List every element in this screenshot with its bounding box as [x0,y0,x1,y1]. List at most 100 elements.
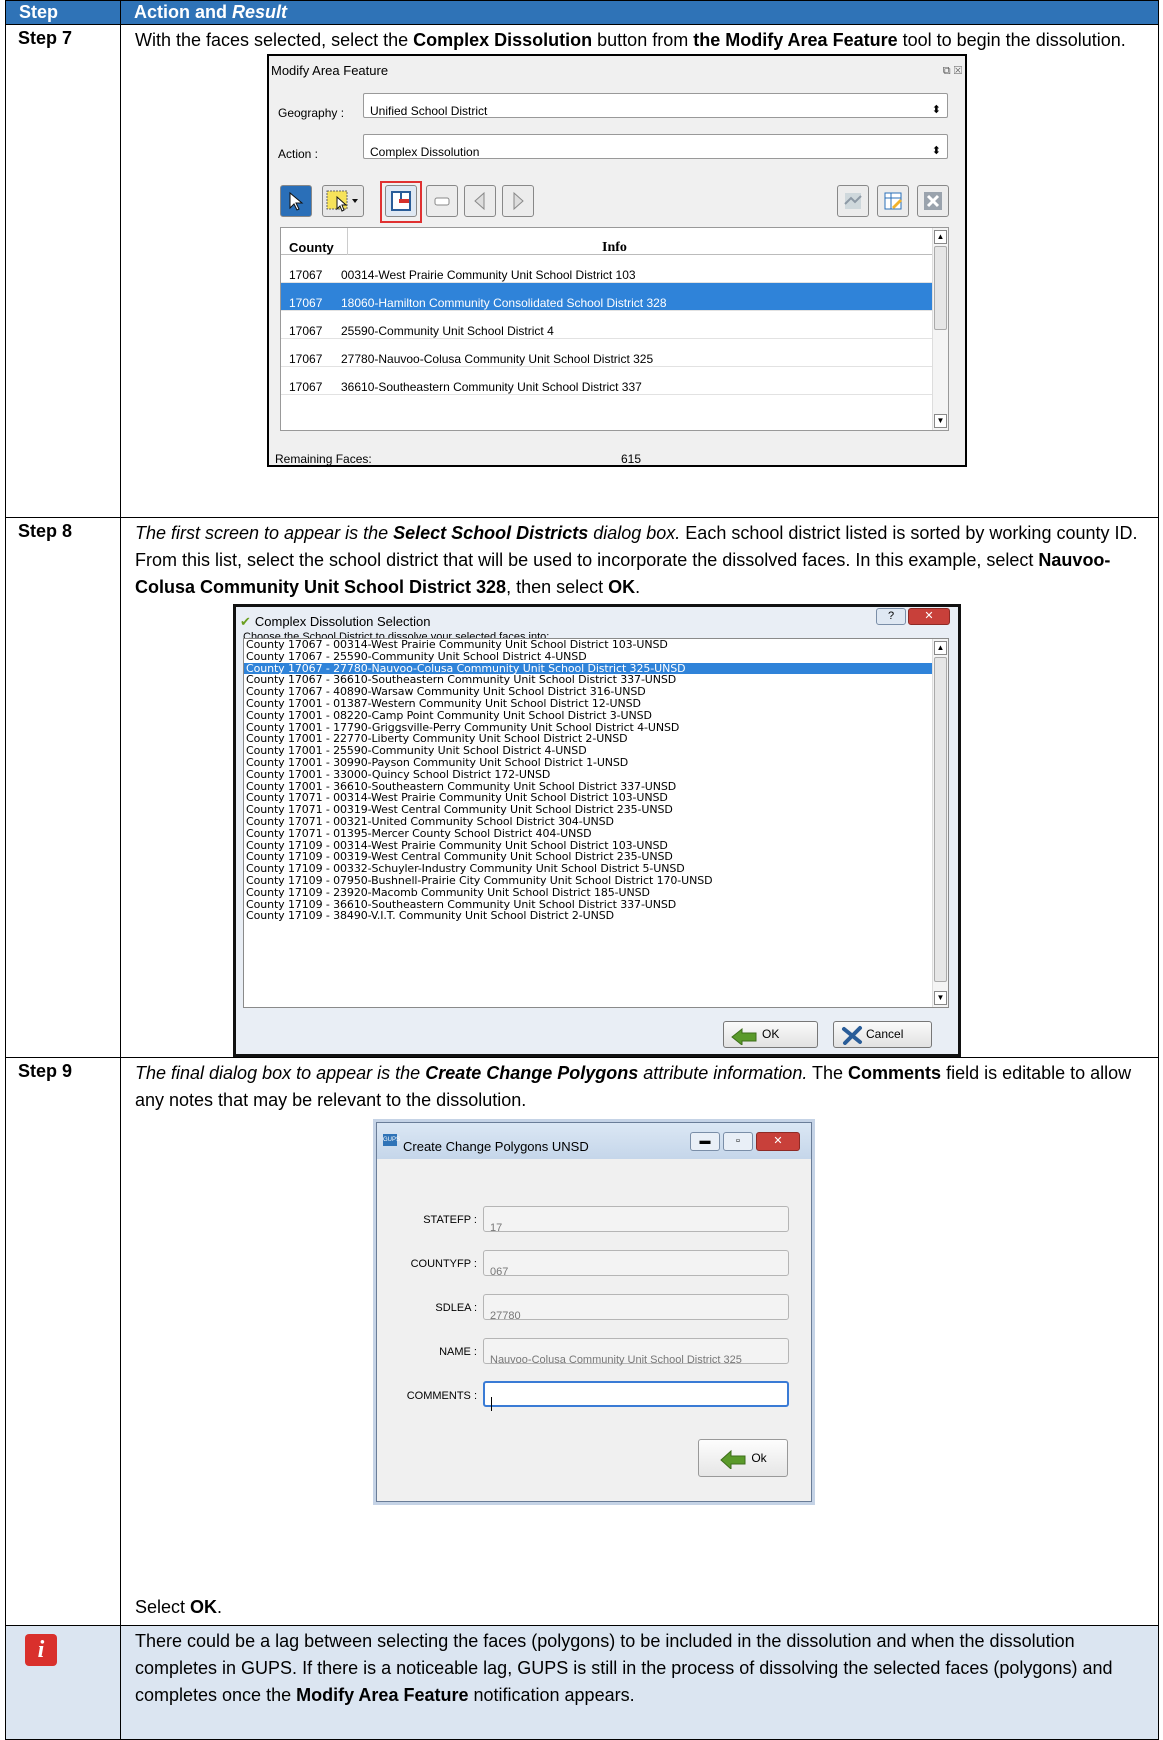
list-item[interactable]: County 17071 - 00321-United Community Sc… [244,816,948,828]
sdlea-label: SDLEA : [435,1302,477,1314]
list-item[interactable]: County 17001 - 08220-Camp Point Communit… [244,709,948,722]
step-9-body: The final dialog box to appear is the Cr… [120,1057,1159,1626]
step-8-body: The first screen to appear is the Select… [120,517,1159,1058]
step-7-text: With the faces selected, select the Comp… [135,30,1126,50]
step-8-label: Step 8 [5,517,121,1058]
scroll-thumb[interactable] [934,246,947,330]
list-item[interactable]: County 17067 - 25590-Community Unit Scho… [244,650,948,663]
list-item[interactable]: 17067 00314-West Prairie Community Unit S… [281,255,948,283]
note-body: There could be a lag between selecting t… [120,1625,1159,1740]
statefp-label: STATEFP : [423,1214,477,1226]
list-item[interactable]: County 17071 - 01395-Mercer County Schoo… [244,827,948,840]
name-label: NAME : [439,1346,477,1358]
pointer-icon [289,191,304,211]
list-scrollbar[interactable]: ▲ ▼ [932,639,948,1007]
info-icon: i [25,1634,57,1666]
select-pointer-button[interactable] [280,185,312,217]
ok-arrow-icon [720,1449,746,1469]
dialog-title: Modify Area Feature [271,63,389,78]
note-icon-cell: i [5,1625,121,1740]
geography-select[interactable]: Unified School District ⬍ [363,93,948,118]
list-header: County Info [281,228,948,255]
combo-arrow-icon: ⬍ [931,145,941,157]
toolbar [280,181,950,223]
step-7-label: Step 7 [5,24,121,518]
step-8-row: Step 8 The first screen to appear is the… [5,517,1159,1058]
cancel-tool-button[interactable] [917,185,949,217]
modify-area-feature-dialog: Modify Area Feature ⧉ ☒ Geography : Unif… [267,54,967,467]
action-label: Action : [278,147,319,161]
scroll-up-icon[interactable]: ▲ [934,230,947,244]
maximize-button[interactable]: ▫ [723,1132,753,1151]
list-item[interactable]: County 17109 - 38490-V.I.T. Community Un… [244,910,948,922]
action-select[interactable]: Complex Dissolution ⬍ [363,134,948,159]
list-item[interactable]: 17067 36610-Southeastern Community Unit S… [281,367,948,395]
step-9-row: Step 9 The final dialog box to appear is… [5,1057,1159,1626]
remaining-faces-value: 615 [621,452,642,466]
close-button[interactable]: ✕ [908,608,950,625]
list-scrollbar[interactable]: ▲ ▼ [932,228,948,430]
list-item[interactable]: 17067 25590-Community Unit School Distric… [281,311,948,339]
comments-input[interactable] [483,1381,789,1412]
scroll-thumb[interactable] [934,657,947,982]
ok-button[interactable]: OK [723,1021,818,1048]
next-button[interactable] [502,185,534,217]
faces-list: County Info 17067 00314-West Prairie Comm… [280,227,949,431]
triangle-left-icon [474,191,485,211]
list-item[interactable]: County 17001 - 30990-Payson Community Un… [244,757,948,769]
list-item[interactable]: County 17109 - 23920-Macomb Community Un… [244,886,948,899]
dialog-titlebar: GUPS Create Change Polygons UNSD ▬ ▫ ✕ [377,1123,811,1159]
scroll-down-icon[interactable]: ▼ [934,414,947,428]
map-icon [844,193,862,209]
complex-dissolution-selection-dialog: ✔ Complex Dissolution Selection ? ✕ Choos… [233,604,961,1057]
rect-select-icon [326,190,358,212]
school-district-list: County 17067 - 00314-West Prairie Commun… [243,638,949,1008]
gups-app-icon: GUPS [383,1134,400,1146]
help-button[interactable]: ? [876,608,906,625]
select-ok-text: Select OK. [135,1597,223,1617]
complex-dissolution-button[interactable] [385,185,417,217]
close-icon [924,192,942,210]
geography-label: Geography : [278,106,345,120]
dialog-title: Create Change Polygons UNSD [403,1139,589,1154]
create-change-polygons-dialog: GUPS Create Change Polygons UNSD ▬ ▫ ✕ S… [376,1122,812,1502]
step-7-row: Step 7 With the faces selected, select t… [5,24,1159,518]
list-item[interactable]: County 17001 - 33000-Quincy School Distr… [244,768,948,781]
header-action: Action and Result [120,0,1159,25]
dissolve-icon [391,191,411,211]
list-item[interactable]: County 17001 - 01387-Western Community U… [244,698,948,710]
step-7-body: With the faces selected, select the Comp… [120,24,1159,518]
combo-arrow-icon: ⬍ [931,104,941,116]
minus-icon [434,197,450,206]
scroll-down-icon[interactable]: ▼ [934,991,947,1005]
remaining-faces-label: Remaining Faces: [275,452,372,466]
edit-table-button[interactable] [877,185,909,217]
cancel-button[interactable]: Cancel [833,1021,932,1048]
triangle-right-icon [513,191,524,211]
steps-table: Step Action and Result Step 7 With the f… [5,0,1159,1740]
minimize-button[interactable]: ▬ [690,1132,720,1151]
note-row: i There could be a lag between selecting… [5,1625,1159,1740]
float-close-icons[interactable]: ⧉ ☒ [943,58,962,85]
countyfp-field: 067 [483,1250,789,1278]
list-item-selected[interactable]: 17067 18060-Hamilton Community Consolidat… [281,283,948,311]
list-item[interactable]: 17067 27780-Nauvoo-Colusa Community Unit … [281,339,948,367]
countyfp-label: COUNTYFP : [410,1258,477,1270]
ok-arrow-icon [731,1027,757,1045]
list-item[interactable]: County 17109 - 07950-Bushnell-Prairie Ci… [244,875,948,887]
previous-button[interactable] [464,185,496,217]
scroll-up-icon[interactable]: ▲ [934,641,947,655]
map-button[interactable] [837,185,869,217]
cancel-x-icon [842,1025,862,1045]
name-field: Nauvoo-Colusa Community Unit School Dist… [483,1338,789,1366]
note-text: There could be a lag between selecting t… [135,1631,1113,1705]
close-button[interactable]: ✕ [756,1132,800,1151]
table-header: Step Action and Result [5,0,1159,25]
rect-select-dropdown[interactable] [322,185,364,217]
statefp-field: 17 [483,1206,789,1234]
dissolve-button[interactable] [426,185,458,217]
window-controls: ? ✕ [876,608,950,625]
sdlea-field: 27780 [483,1294,789,1322]
comments-label: COMMENTS : [406,1390,477,1402]
ok-button[interactable]: Ok [698,1439,788,1477]
